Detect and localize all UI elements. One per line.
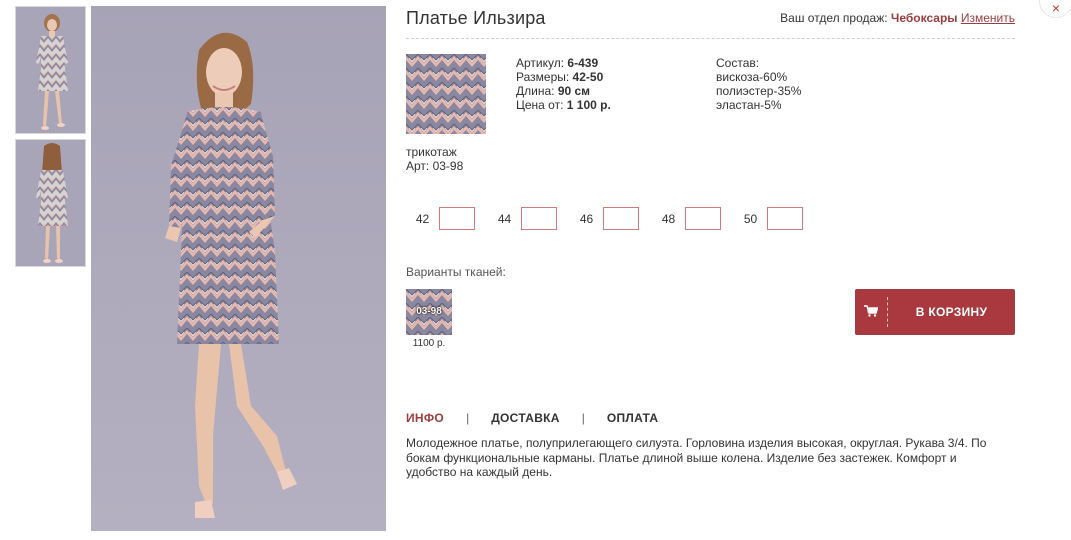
size-group-42: 42 (406, 207, 475, 230)
size-quantity-input-44[interactable] (521, 207, 557, 230)
fabric-variant-price: 1100 р. (412, 338, 446, 349)
product-composition: Состав: вискоза-60% полиэстер-35% эласта… (716, 56, 801, 112)
composition-item: вискоза-60% (716, 70, 788, 84)
fabric-variants-label: Варианты тканей: (406, 265, 506, 279)
size-label: 42 (415, 211, 430, 226)
size-group-48: 48 (652, 207, 721, 230)
size-label: 48 (661, 211, 676, 226)
size-quantity-input-46[interactable] (603, 207, 639, 230)
product-description: Молодежное платье, полуприлегающего силу… (406, 436, 987, 479)
product-specs: Артикул: 6-439 Размеры: 42-50 Длина: 90 … (516, 56, 611, 112)
main-product-photo[interactable] (91, 6, 386, 531)
spec-price: Цена от: 1 100 р. (516, 98, 611, 112)
product-title: Платье Ильзира (406, 8, 546, 28)
composition-item: эластан-5% (716, 98, 782, 112)
model-front-image (16, 7, 85, 133)
composition-item: полиэстер-35% (716, 84, 802, 98)
tab-info[interactable]: ИНФО (406, 411, 444, 425)
info-tabs: ИНФО | ДОСТАВКА | ОПЛАТА (406, 411, 658, 425)
spec-article: Артикул: 6-439 (516, 56, 599, 70)
size-quantity-input-42[interactable] (439, 207, 475, 230)
region-change-link[interactable]: Изменить (961, 11, 1015, 25)
model-main-image (91, 6, 386, 531)
size-quantity-input-48[interactable] (685, 207, 721, 230)
fabric-variant-code: 03-98 (416, 306, 442, 317)
tab-separator: | (581, 411, 585, 425)
size-group-44: 44 (488, 207, 557, 230)
thumbnail-back[interactable] (15, 139, 86, 267)
model-back-image (16, 140, 85, 266)
header-divider (406, 38, 1015, 39)
fabric-type: трикотаж (406, 145, 457, 159)
region-city: Чебоксары (890, 11, 958, 25)
fabric-info: трикотаж Арт: 03-98 (406, 145, 463, 173)
tab-separator: | (466, 411, 470, 425)
add-to-cart-label: В КОРЗИНУ (915, 305, 988, 319)
size-group-50: 50 (734, 207, 803, 230)
fabric-variant-swatch[interactable]: 03-98 (406, 289, 452, 335)
sales-region: Ваш отдел продаж: Чебоксары Изменить (780, 11, 1015, 25)
region-prefix: Ваш отдел продаж: (780, 11, 888, 25)
tab-payment[interactable]: ОПЛАТА (607, 411, 659, 425)
fabric-pattern-image (406, 54, 486, 134)
add-to-cart-button[interactable]: В КОРЗИНУ (855, 289, 1015, 335)
fabric-article: Арт: 03-98 (406, 159, 464, 173)
spec-sizes: Размеры: 42-50 (516, 70, 604, 84)
thumbnail-front[interactable] (15, 6, 86, 134)
size-label: 46 (579, 211, 594, 226)
tab-delivery[interactable]: ДОСТАВКА (491, 411, 560, 425)
spec-length: Длина: 90 см (516, 84, 591, 98)
fabric-swatch (406, 54, 486, 134)
size-label: 50 (743, 211, 758, 226)
close-icon[interactable]: × (1039, 0, 1071, 18)
size-label: 44 (497, 211, 512, 226)
composition-title: Состав: (716, 56, 760, 70)
size-quantity-row: 42 44 46 48 50 (406, 207, 816, 230)
size-group-46: 46 (570, 207, 639, 230)
size-quantity-input-50[interactable] (767, 207, 803, 230)
cart-icon (855, 304, 887, 320)
